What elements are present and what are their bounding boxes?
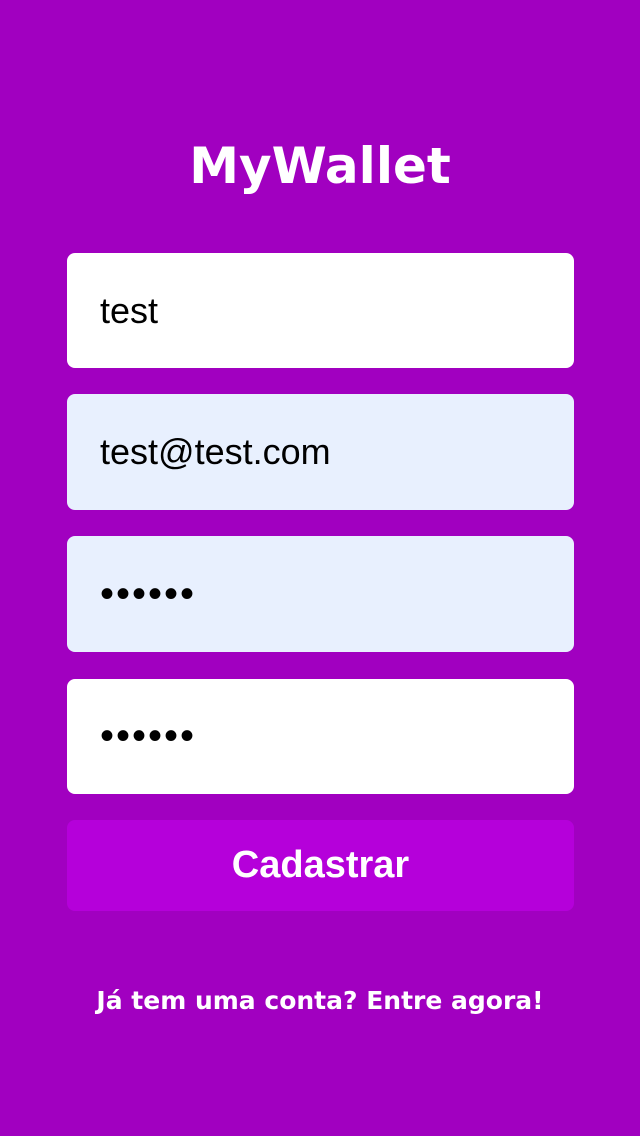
- confirm-password-input[interactable]: [67, 679, 574, 794]
- signup-screen: MyWallet Cadastrar Já tem uma conta? Ent…: [0, 0, 640, 1136]
- email-input[interactable]: [67, 394, 574, 510]
- password-input[interactable]: [67, 536, 574, 652]
- app-logo: MyWallet: [189, 137, 451, 195]
- signin-link[interactable]: Já tem uma conta? Entre agora!: [0, 983, 640, 1019]
- name-input[interactable]: [67, 253, 574, 368]
- signup-button[interactable]: Cadastrar: [67, 820, 574, 911]
